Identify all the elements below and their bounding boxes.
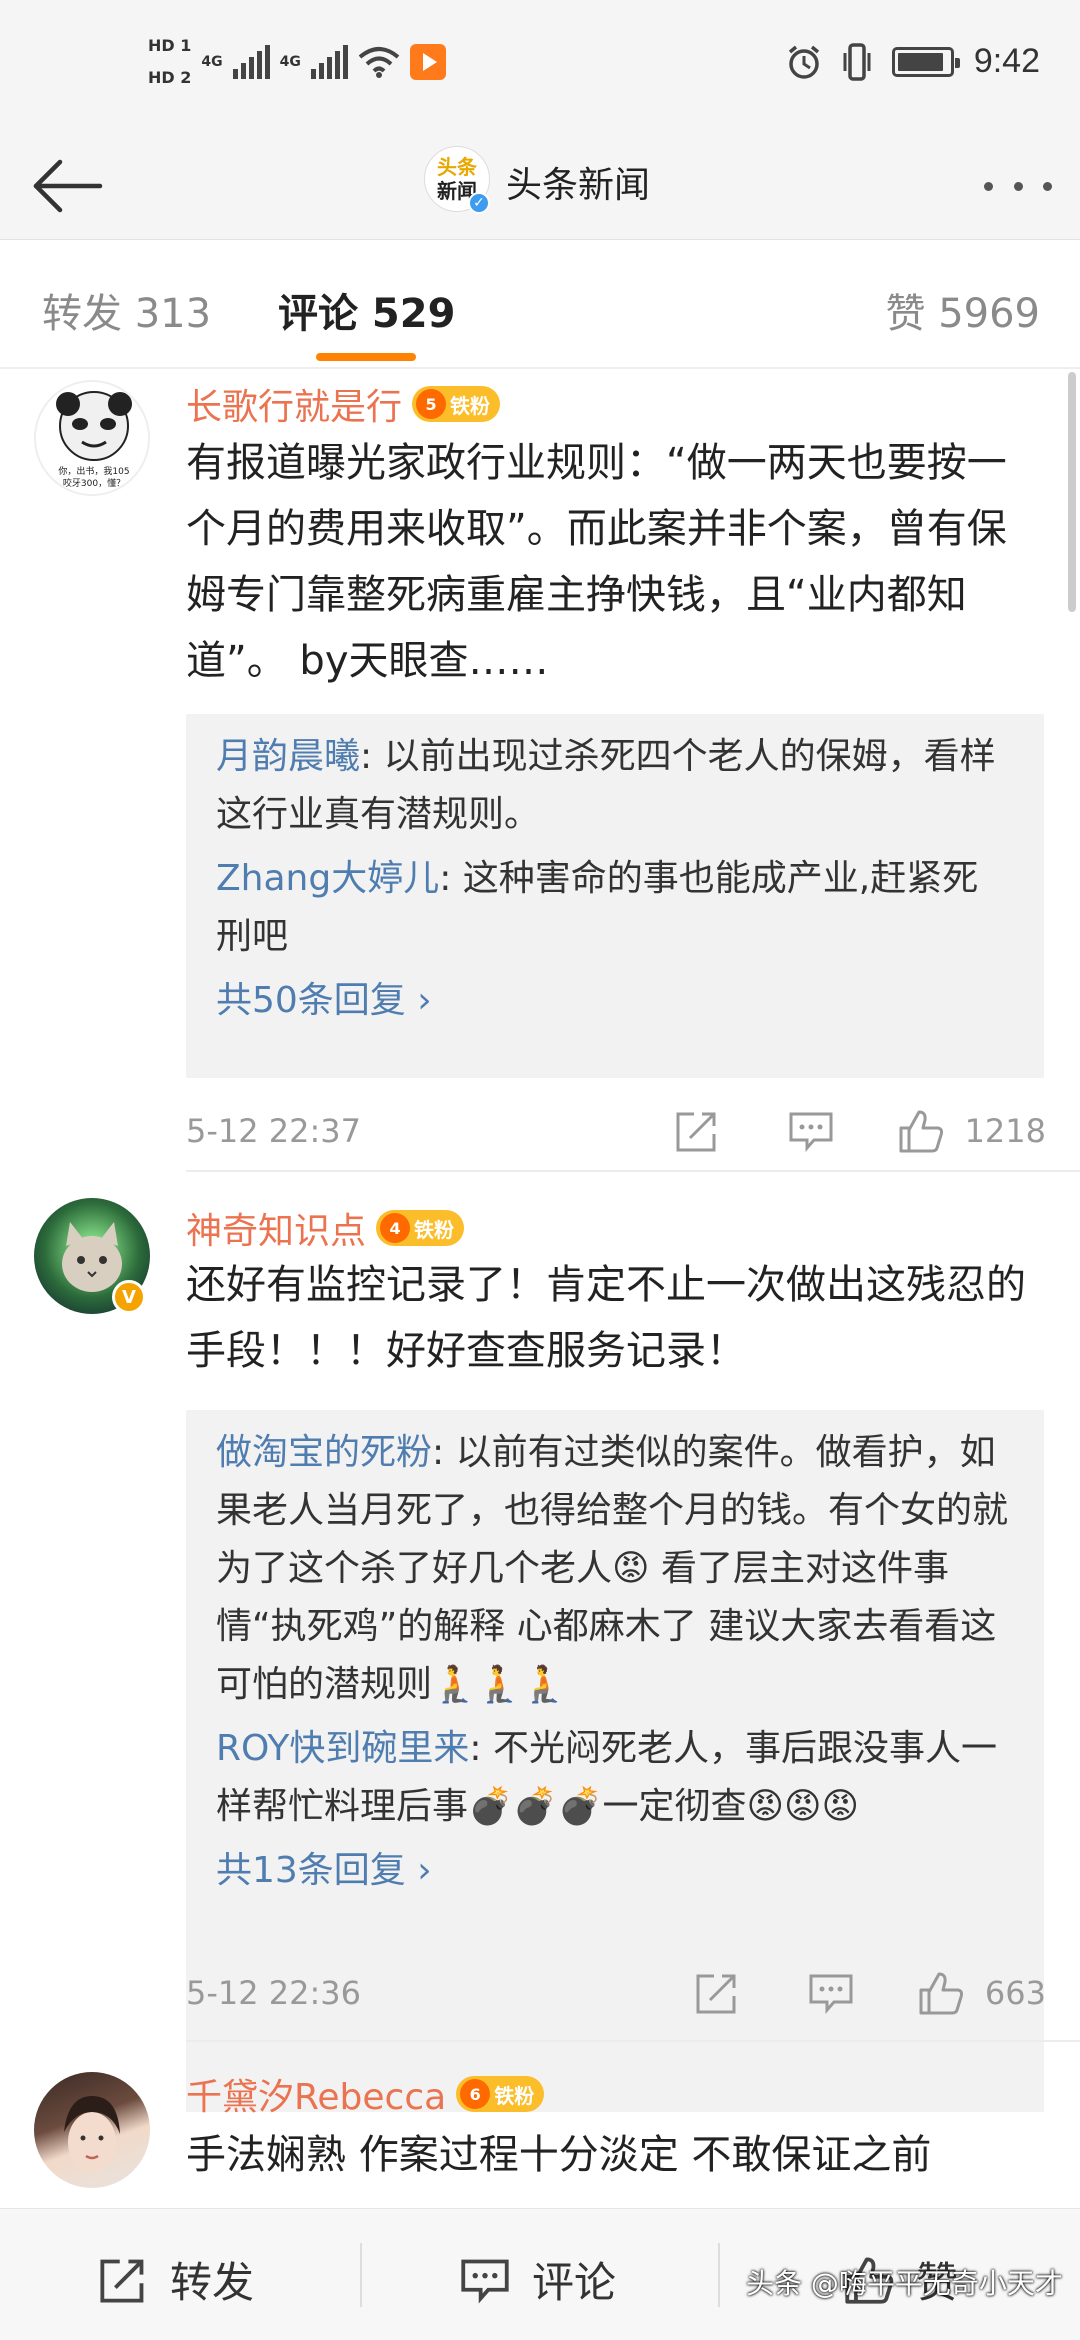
network-type-1: 4G: [201, 54, 223, 70]
top-nav-bar: 头条 新闻 ✓ 头条新闻: [0, 130, 1080, 240]
alarm-icon: [788, 45, 819, 79]
comment-icon[interactable]: [808, 1970, 854, 2016]
view-all-replies-link[interactable]: 共50条回复 ›: [216, 972, 1014, 1030]
active-tab-indicator: [316, 353, 416, 361]
reply-author[interactable]: Zhang大婷儿: [216, 858, 439, 899]
back-button[interactable]: [26, 150, 106, 220]
verified-badge-icon: ✓: [468, 192, 490, 214]
tab-comments[interactable]: 评论 529: [278, 281, 455, 339]
comment-item: V 神奇知识点 4 铁粉 还好有监控记录了！肯定不止一次做出这残忍的手段！！！好…: [0, 1172, 1080, 2112]
avatar[interactable]: [34, 2072, 150, 2188]
reply-author[interactable]: 月韵晨曦: [216, 736, 360, 777]
repost-button[interactable]: 转发: [98, 2249, 254, 2310]
username-text: 长歌行就是行: [186, 387, 403, 428]
panda-meme-avatar-icon: 你，出书，我105 咬牙300，懂？: [56, 391, 132, 489]
wifi-icon: [358, 47, 400, 78]
watermark-text: 头条 @嗨平平无奇小天才: [746, 2267, 1063, 2300]
tab-reposts[interactable]: 转发 313: [42, 281, 211, 339]
status-right: 9:42: [786, 42, 1040, 81]
fan-badge-label: 铁粉: [414, 1217, 455, 1242]
fan-badge-label: 铁粉: [450, 393, 491, 418]
bar-separator: [718, 2243, 720, 2307]
vibrate-icon: [843, 42, 871, 81]
reply-preview-box[interactable]: 月韵晨曦: 以前出现过杀死四个老人的保姆，看样这行业真有潜规则。 Zhang大婷…: [186, 714, 1044, 1078]
comment-username[interactable]: 千黛汐Rebecca 6 铁粉: [186, 2068, 545, 2120]
crown-icon: 4: [380, 1213, 411, 1243]
status-bar: HD 1 HD 2 4G 4G 9:42: [0, 0, 1080, 130]
like-thumb-icon[interactable]: [918, 1970, 964, 2016]
comment-date: 5-12 22:36: [186, 1974, 362, 2012]
comment-button[interactable]: 评论: [460, 2249, 616, 2310]
like-count: 663: [984, 1974, 1046, 2012]
iron-fan-badge: 4 铁粉: [376, 1210, 465, 1246]
svg-text:你，出书，我105: 你，出书，我105: [58, 465, 129, 477]
like-thumb-icon[interactable]: [898, 1108, 944, 1154]
iron-fan-badge: 5 铁粉: [412, 386, 501, 422]
share-icon[interactable]: [674, 1108, 720, 1154]
comment-meta-row: 5-12 22:37 1218: [186, 1102, 1046, 1162]
video-app-icon: [409, 44, 446, 80]
back-arrow-icon: [33, 159, 103, 213]
signal-1-icon: [232, 45, 270, 79]
comment-meta-row: 5-12 22:36 663: [186, 1964, 1046, 2024]
repost-icon: [100, 2259, 144, 2303]
hd1-indicator: HD 1: [148, 36, 192, 55]
tab-likes[interactable]: 赞 5969: [885, 281, 1040, 339]
comment-item: 你，出书，我105 咬牙300，懂？ 长歌行就是行 5 铁粉 有报道曝光家政行业…: [0, 370, 1080, 1172]
comment-label: 评论: [532, 2258, 617, 2307]
svg-text:咬牙300，懂？: 咬牙300，懂？: [63, 477, 125, 489]
like-count: 1218: [964, 1112, 1046, 1150]
comment-date: 5-12 22:37: [186, 1112, 362, 1150]
hd2-indicator: HD 2: [148, 68, 192, 87]
crown-icon: 5: [416, 389, 447, 419]
reply-item: 月韵晨曦: 以前出现过杀死四个老人的保姆，看样这行业真有潜规则。: [216, 728, 1014, 844]
fan-badge-label: 铁粉: [494, 2083, 535, 2108]
comment-username[interactable]: 长歌行就是行 5 铁粉: [186, 378, 501, 430]
page-title[interactable]: 头条新闻: [506, 156, 650, 208]
comment-icon[interactable]: [788, 1108, 834, 1154]
comment-text: 有报道曝光家政行业规则：“做一两天也要按一个月的费用来收取”。而此案并非个案，曾…: [186, 440, 1007, 684]
iron-fan-badge: 6 铁粉: [456, 2076, 545, 2112]
username-text: 千黛汐Rebecca: [186, 2077, 447, 2118]
logo-text-line1: 头条: [437, 155, 477, 179]
comment-username[interactable]: 神奇知识点 4 铁粉: [186, 1202, 465, 1254]
more-options-button[interactable]: [978, 168, 1058, 204]
share-icon[interactable]: [694, 1970, 740, 2016]
reply-item: ROY快到碗里来: 不光闷死老人，事后跟没事人一样帮忙料理后事💣💣💣一定彻查😡😡…: [216, 1720, 1014, 1836]
network-type-2: 4G: [279, 54, 301, 70]
reply-author[interactable]: ROY快到碗里来: [216, 1728, 469, 1769]
battery-icon: [891, 46, 960, 77]
status-left: HD 1 HD 2 4G 4G: [148, 36, 446, 88]
comment-text: 还好有监控记录了！肯定不止一次做出这残忍的手段！！！好好查查服务记录！: [186, 1262, 1026, 1374]
view-all-replies-link[interactable]: 共13条回复 ›: [216, 1842, 1014, 1900]
comment-text: 手法娴熟 作案过程十分淡定 不敢保证之前: [186, 2132, 932, 2178]
tab-bar: 转发 313 评论 529 赞 5969: [0, 241, 1080, 369]
reply-item: Zhang大婷儿: 这种害命的事也能成产业,赶紧死刑吧: [216, 850, 1014, 966]
verified-v-icon: V: [112, 1280, 146, 1314]
crown-icon: 6: [460, 2079, 491, 2109]
portrait-avatar-icon: [64, 2096, 120, 2172]
reply-item: 做淘宝的死粉: 以前有过类似的案件。做看护，如果老人当月死了，也得给整个月的钱。…: [216, 1424, 1014, 1714]
clock: 9:42: [973, 42, 1040, 80]
bar-separator: [360, 2243, 362, 2307]
repost-label: 转发: [170, 2258, 255, 2307]
signal-2-icon: [310, 45, 348, 79]
comment-icon: [461, 2259, 509, 2304]
reply-author[interactable]: 做淘宝的死粉: [216, 1432, 432, 1473]
username-text: 神奇知识点: [186, 1211, 367, 1252]
comment-item: 千黛汐Rebecca 6 铁粉 手法娴熟 作案过程十分淡定 不敢保证之前: [0, 2042, 1080, 2208]
avatar[interactable]: 你，出书，我105 咬牙300，懂？: [34, 380, 150, 496]
